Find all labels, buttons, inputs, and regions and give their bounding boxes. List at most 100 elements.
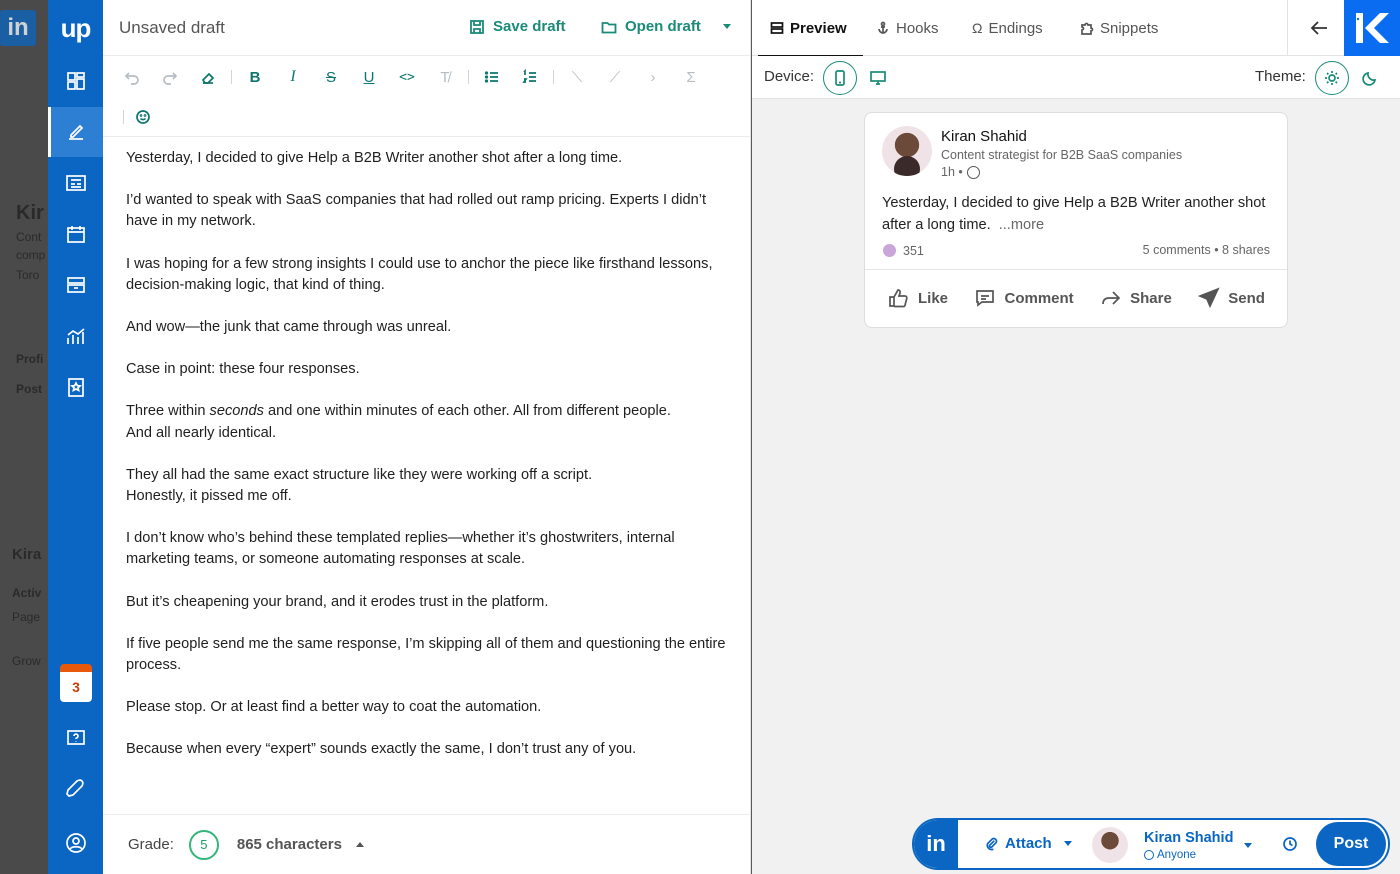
- see-more-link[interactable]: ...more: [999, 217, 1044, 233]
- calendar-day-badge[interactable]: 3: [60, 664, 92, 702]
- emoji-icon[interactable]: [128, 104, 158, 130]
- clear-format-icon[interactable]: T̸: [426, 64, 464, 90]
- comment-label: Comment: [1004, 289, 1074, 307]
- rail-item-saved[interactable]: [48, 362, 103, 412]
- poster-avatar[interactable]: [1092, 827, 1128, 863]
- chevron-down-icon[interactable]: [1244, 843, 1252, 848]
- style-icon-3[interactable]: ›: [634, 64, 672, 90]
- italic-icon[interactable]: I: [274, 64, 312, 90]
- globe-icon: [1144, 850, 1154, 860]
- background-linkedin-strip: in Kir Cont comp Toro Profi Post Kira Ac…: [0, 0, 48, 874]
- tab-label: Hooks: [896, 19, 939, 37]
- light-theme-button[interactable]: [1315, 61, 1349, 95]
- background-fragment: Page: [12, 610, 41, 624]
- share-button[interactable]: Share: [1087, 283, 1184, 313]
- attach-button[interactable]: Attach: [984, 835, 1072, 852]
- style-icon-2[interactable]: ⟋: [596, 64, 634, 90]
- kb-brand-logo-icon[interactable]: [1344, 0, 1400, 56]
- rail-item-editor[interactable]: [48, 107, 103, 157]
- numbered-list-icon[interactable]: [511, 64, 549, 90]
- background-fragment: Kir: [16, 202, 44, 224]
- rail-item-profile[interactable]: [48, 818, 103, 868]
- background-fragment: Kira: [12, 546, 42, 563]
- like-button[interactable]: Like: [875, 283, 960, 313]
- poster-name[interactable]: Kiran Shahid: [1144, 830, 1233, 846]
- preview-header: Preview Hooks Ω Endings Snippets: [752, 0, 1400, 57]
- paragraph-text: And all nearly identical.: [126, 424, 277, 441]
- editor-footer: Grade: 5 865 characters: [103, 814, 751, 874]
- rail-item-analytics[interactable]: [48, 311, 103, 361]
- rail-item-calendar[interactable]: [48, 209, 103, 259]
- rail-item-launch[interactable]: [48, 764, 103, 814]
- eraser-icon[interactable]: [189, 64, 227, 90]
- tab-hooks[interactable]: Hooks: [876, 0, 939, 56]
- engagement-counts[interactable]: 5 comments • 8 shares: [1143, 243, 1270, 257]
- visibility-selector[interactable]: Anyone: [1144, 849, 1196, 861]
- layers-icon: [770, 22, 784, 34]
- post-button[interactable]: Post: [1316, 822, 1386, 866]
- author-avatar: [882, 126, 932, 176]
- app-logo[interactable]: up: [48, 0, 103, 56]
- paragraph: But it’s cheapening your brand, and it e…: [126, 593, 549, 610]
- sun-icon: [1325, 71, 1339, 85]
- dark-theme-button[interactable]: [1353, 61, 1387, 95]
- save-draft-button[interactable]: Save draft: [469, 18, 566, 35]
- underline-icon[interactable]: U: [350, 64, 388, 90]
- style-icon-4[interactable]: Σ: [672, 64, 710, 90]
- reactions-count: 351: [903, 243, 924, 258]
- share-icon: [1102, 291, 1121, 305]
- chevron-down-icon[interactable]: [722, 24, 731, 29]
- editor-header: Unsaved draft Save draft Open draft: [103, 0, 750, 56]
- send-icon: [1198, 287, 1220, 309]
- post-bar: in Attach Kiran Shahid Anyone Post: [912, 818, 1390, 870]
- code-icon[interactable]: <>: [388, 64, 426, 90]
- redo-icon[interactable]: [151, 64, 189, 90]
- bold-icon[interactable]: B: [236, 64, 274, 90]
- toolbar-divider: [123, 110, 124, 124]
- reactions-summary[interactable]: 351: [882, 243, 924, 258]
- paragraph: Case in point: these four responses.: [126, 361, 360, 378]
- background-fragment: Activ: [12, 586, 42, 600]
- paragraph: I’d wanted to speak with SaaS companies …: [126, 192, 707, 230]
- tab-endings[interactable]: Ω Endings: [972, 0, 1043, 56]
- tab-preview[interactable]: Preview: [758, 0, 863, 57]
- open-draft-button[interactable]: Open draft: [601, 18, 731, 35]
- background-linkedin-logo: in: [0, 10, 36, 46]
- chevron-up-icon[interactable]: [355, 842, 364, 847]
- visibility-label: Anyone: [1157, 849, 1197, 861]
- rail-item-archive[interactable]: [48, 260, 103, 310]
- background-fragment: Cont: [16, 230, 42, 244]
- desktop-device-button[interactable]: [861, 61, 895, 95]
- puzzle-icon: [1081, 22, 1094, 35]
- comment-icon: [976, 290, 995, 307]
- linkedin-post-preview: Kiran Shahid Content strategist for B2B …: [864, 112, 1288, 328]
- post-editor-content[interactable]: Yesterday, I decided to give Help a B2B …: [126, 148, 726, 782]
- strikethrough-icon[interactable]: S: [312, 64, 350, 90]
- header-divider: [1287, 0, 1288, 56]
- rail-item-dashboard[interactable]: [48, 56, 103, 106]
- bookmark-star-icon: [67, 378, 84, 397]
- author-name[interactable]: Kiran Shahid: [941, 128, 1027, 145]
- style-icon-1[interactable]: ⟍: [558, 64, 596, 90]
- grade-label: Grade:: [128, 836, 174, 853]
- rail-item-help[interactable]: [48, 713, 103, 763]
- bullet-list-icon[interactable]: [473, 64, 511, 90]
- back-arrow-icon[interactable]: [1307, 16, 1331, 40]
- send-button[interactable]: Send: [1185, 283, 1277, 313]
- toolbar-divider: [468, 70, 469, 84]
- rocket-icon: [65, 779, 84, 797]
- left-rail: up 3: [48, 0, 103, 874]
- post-time-text: 1h •: [941, 165, 963, 179]
- draft-title[interactable]: Unsaved draft: [119, 18, 225, 38]
- comment-button[interactable]: Comment: [961, 283, 1085, 313]
- grade-score[interactable]: 5: [188, 829, 219, 860]
- device-bar: Device: Theme:: [752, 56, 1400, 99]
- schedule-button[interactable]: [1282, 836, 1298, 852]
- tab-snippets[interactable]: Snippets: [1080, 0, 1158, 56]
- paragraph: They all had the same exact structure li…: [126, 466, 593, 505]
- mobile-device-button[interactable]: [823, 61, 857, 95]
- undo-icon[interactable]: [113, 64, 151, 90]
- linkedin-icon: in: [914, 820, 958, 868]
- rail-item-templates[interactable]: [48, 158, 103, 208]
- formatting-toolbar: B I S U <> T̸ ⟍ ⟋ › Σ: [103, 56, 750, 137]
